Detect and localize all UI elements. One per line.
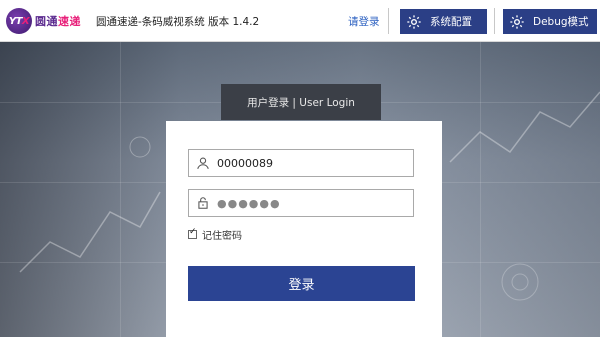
logo-icon: YTX [6, 8, 32, 34]
login-panel: 00000089 ●●●●●● ✓ 记住密码 登录 [166, 121, 442, 337]
remember-checkbox[interactable]: ✓ [188, 227, 197, 239]
user-icon [189, 156, 217, 170]
login-tab: 用户登录 | User Login [221, 84, 381, 120]
brand-main: 圆通 [35, 15, 58, 28]
brand-sub: 速递 [58, 15, 81, 28]
gear-icon [510, 14, 524, 29]
logo-text: YT [8, 15, 23, 27]
app-header: YTX 圆通速递 圆通速递-条码威视系统 版本 1.4.2 请登录 系统配置 D… [0, 0, 600, 42]
checkmark-icon: ✓ [189, 227, 197, 237]
lock-icon [189, 196, 217, 210]
login-link[interactable]: 请登录 [348, 14, 380, 29]
brand-name: 圆通速递 [35, 13, 81, 29]
logo-accent: X [21, 15, 30, 27]
app-title: 圆通速递-条码威视系统 版本 1.4.2 [96, 16, 260, 28]
debug-mode-label: Debug模式 [533, 16, 589, 28]
password-value: ●●●●●● [217, 196, 281, 210]
system-settings-label: 系统配置 [430, 16, 472, 28]
username-value: 00000089 [217, 156, 273, 170]
username-field[interactable]: 00000089 [188, 149, 414, 177]
debug-mode-button[interactable]: Debug模式 [503, 9, 597, 34]
header-divider [388, 8, 389, 34]
remember-label: 记住密码 [202, 231, 242, 242]
gear-icon [407, 14, 421, 29]
login-button[interactable]: 登录 [188, 266, 415, 301]
header-divider [494, 8, 495, 34]
system-settings-button[interactable]: 系统配置 [400, 9, 487, 34]
remember-password[interactable]: ✓ 记住密码 [188, 227, 242, 242]
password-field[interactable]: ●●●●●● [188, 189, 414, 217]
